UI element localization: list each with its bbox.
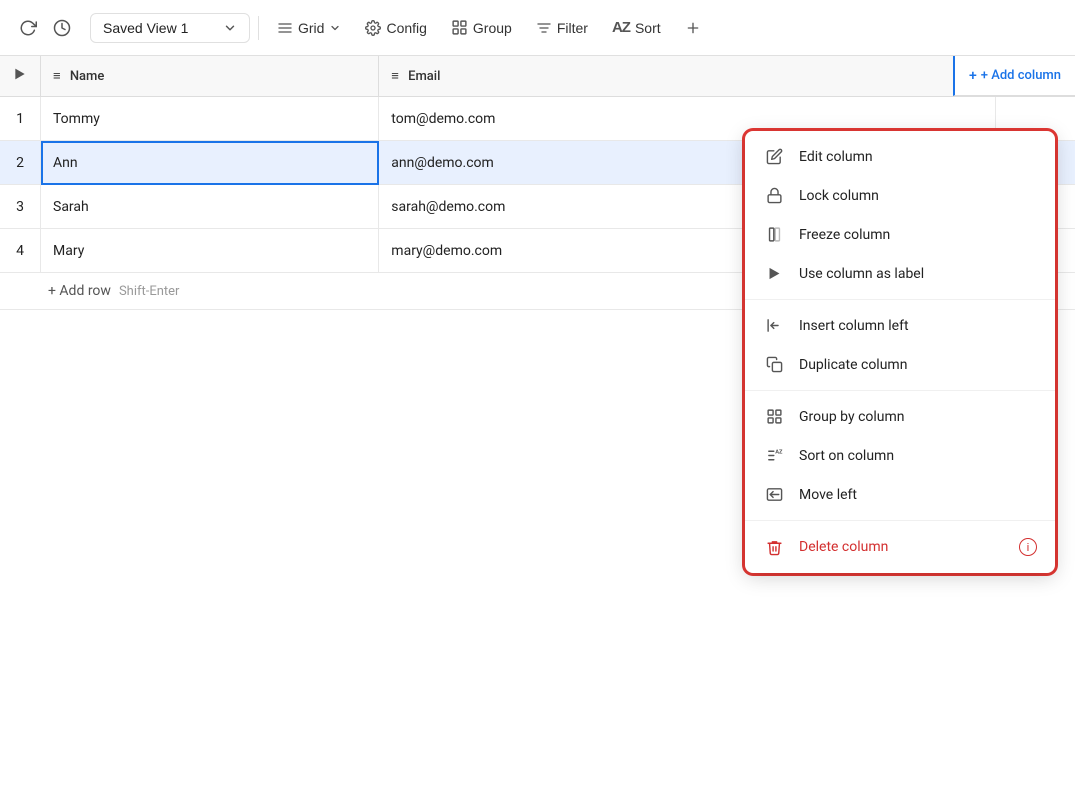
menu-item-label-use-as-label: Use column as label	[799, 266, 1037, 282]
menu-item-group-by[interactable]: Group by column	[745, 397, 1055, 436]
menu-item-label-insert-left: Insert column left	[799, 318, 1037, 334]
duplicate-icon	[763, 356, 785, 373]
filter-button[interactable]: Filter	[526, 14, 598, 42]
add-row-label: + Add row	[48, 283, 111, 299]
svg-text:AZ: AZ	[775, 449, 783, 455]
main-content: ≡ Name ≡ Email 1Tommytom@demo.com2Annann…	[0, 56, 1075, 790]
name-cell[interactable]: Tommy	[41, 97, 379, 141]
config-button[interactable]: Config	[355, 14, 436, 42]
menu-item-label-lock-column: Lock column	[799, 188, 1037, 204]
name-col-icon: ≡	[53, 69, 61, 84]
saved-view-dropdown[interactable]: Saved View 1	[90, 13, 250, 43]
row-number: 4	[0, 229, 41, 273]
grid-icon	[277, 20, 293, 36]
history-icon	[53, 19, 71, 37]
grid-label: Grid	[298, 20, 324, 36]
grid-chevron-icon	[329, 22, 341, 34]
grid-button[interactable]: Grid	[267, 14, 351, 42]
group-label: Group	[473, 20, 512, 36]
sort-button[interactable]: AZ Sort	[602, 13, 671, 42]
row-indicator-header	[0, 56, 41, 97]
group-button[interactable]: Group	[441, 13, 522, 42]
group-icon	[763, 408, 785, 425]
menu-item-lock-column[interactable]: Lock column	[745, 176, 1055, 215]
row-number: 2	[0, 141, 41, 185]
email-col-icon: ≡	[391, 69, 399, 84]
more-options-button[interactable]	[675, 14, 711, 42]
menu-item-delete-column[interactable]: Delete column i	[745, 527, 1055, 567]
menu-item-edit-column[interactable]: Edit column	[745, 137, 1055, 176]
name-cell[interactable]: Mary	[41, 229, 379, 273]
name-cell[interactable]: Sarah	[41, 185, 379, 229]
refresh-button[interactable]	[12, 12, 44, 44]
group-icon	[451, 19, 468, 36]
menu-item-label-freeze-column: Freeze column	[799, 227, 1037, 243]
nav-icons	[12, 12, 78, 44]
label-arrow-icon	[763, 265, 785, 282]
filter-label: Filter	[557, 20, 588, 36]
filter-icon	[536, 20, 552, 36]
lock-icon	[763, 187, 785, 204]
move-left-icon	[763, 486, 785, 503]
menu-item-insert-left[interactable]: Insert column left	[745, 306, 1055, 345]
menu-item-sort-on[interactable]: AZ Sort on column	[745, 436, 1055, 475]
saved-view-label: Saved View 1	[103, 20, 188, 36]
sort-az-icon: AZ	[612, 19, 630, 36]
config-icon	[365, 20, 381, 36]
delete-info-icon[interactable]: i	[1019, 538, 1037, 556]
menu-item-freeze-column[interactable]: Freeze column	[745, 215, 1055, 254]
plus-icon	[685, 20, 701, 36]
name-cell[interactable]: Ann	[41, 141, 379, 185]
insert-left-icon	[763, 317, 785, 334]
email-col-label: Email	[408, 69, 440, 84]
toolbar: Saved View 1 Grid Config Group	[0, 0, 1075, 56]
name-col-label: Name	[70, 69, 105, 84]
menu-item-label-edit-column: Edit column	[799, 149, 1037, 165]
menu-item-label-group-by: Group by column	[799, 409, 1037, 425]
freeze-icon	[763, 226, 785, 243]
menu-section-1: Edit column Lock column Freeze column Use c…	[745, 131, 1055, 300]
menu-item-use-as-label[interactable]: Use column as label	[745, 254, 1055, 293]
add-column-button[interactable]: + + Add column	[953, 56, 1075, 96]
chevron-down-icon	[223, 21, 237, 35]
arrow-right-icon	[12, 66, 28, 82]
sort-icon: AZ	[763, 447, 785, 464]
row-number: 3	[0, 185, 41, 229]
history-button[interactable]	[46, 12, 78, 44]
column-context-menu: Edit column Lock column Freeze column Use c…	[745, 131, 1055, 573]
plus-col-icon: +	[969, 68, 977, 84]
menu-item-label-delete-column: Delete column	[799, 539, 1005, 555]
menu-item-label-move-left: Move left	[799, 487, 1037, 503]
trash-icon	[763, 539, 785, 556]
menu-item-duplicate[interactable]: Duplicate column	[745, 345, 1055, 384]
sort-label: Sort	[635, 20, 661, 36]
email-column-header[interactable]: ≡ Email	[379, 56, 995, 97]
menu-item-label-sort-on: Sort on column	[799, 448, 1037, 464]
toolbar-divider-1	[258, 16, 259, 40]
row-number: 1	[0, 97, 41, 141]
menu-item-move-left[interactable]: Move left	[745, 475, 1055, 514]
menu-section-4: Delete column i	[745, 521, 1055, 573]
name-column-header[interactable]: ≡ Name	[41, 56, 379, 97]
menu-section-2: Insert column left Duplicate column	[745, 300, 1055, 391]
add-column-label: + Add column	[981, 68, 1061, 83]
pencil-icon	[763, 148, 785, 165]
menu-section-3: Group by column AZ Sort on column Move left	[745, 391, 1055, 521]
refresh-icon	[19, 19, 37, 37]
config-label: Config	[386, 20, 426, 36]
add-row-shortcut: Shift-Enter	[119, 284, 180, 299]
menu-item-label-duplicate: Duplicate column	[799, 357, 1037, 373]
